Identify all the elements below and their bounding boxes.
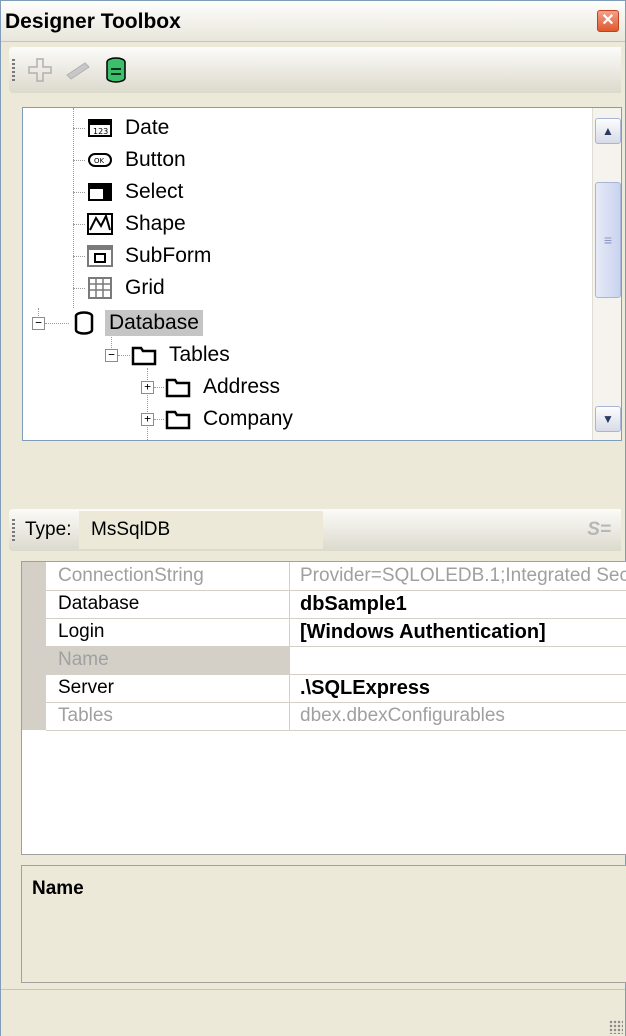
- tree-item-label: Date: [125, 116, 170, 139]
- toolbox-tree[interactable]: 123 Date OK Button Select Shape SubForm …: [22, 107, 622, 441]
- sort-icon[interactable]: S=: [587, 519, 611, 541]
- typebar-grip[interactable]: [12, 519, 15, 541]
- property-name: Login: [46, 618, 290, 646]
- property-row-name[interactable]: Name: [46, 646, 626, 675]
- tree-guide: [73, 160, 85, 161]
- tree-guide: [45, 323, 69, 324]
- property-name: ConnectionString: [46, 562, 290, 590]
- property-value[interactable]: dbSample1: [290, 590, 626, 618]
- tree-item-label: SubForm: [125, 244, 212, 267]
- tree-item-date[interactable]: 123 Date: [85, 113, 173, 143]
- folder-icon: [165, 378, 191, 398]
- property-value[interactable]: [290, 646, 626, 674]
- tree-guide: [73, 192, 85, 193]
- tree-item-label: Select: [125, 180, 184, 203]
- toolbar-grip[interactable]: [12, 59, 15, 81]
- close-button[interactable]: ✕: [597, 10, 619, 32]
- scroll-up-button[interactable]: ▲: [595, 118, 621, 144]
- property-value[interactable]: Provider=SQLOLEDB.1;Integrated Security=…: [290, 562, 626, 590]
- property-gutter: [22, 562, 46, 730]
- expand-company-toggle[interactable]: +: [141, 413, 154, 426]
- property-row-connectionstring[interactable]: ConnectionString Provider=SQLOLEDB.1;Int…: [46, 562, 626, 591]
- collapse-tables-toggle[interactable]: −: [105, 349, 118, 362]
- tree-item-label: Grid: [125, 276, 165, 299]
- tree-item-shape[interactable]: Shape: [85, 209, 190, 239]
- folder-icon: [165, 410, 191, 430]
- window-title: Designer Toolbox: [5, 10, 181, 33]
- collapse-database-toggle[interactable]: −: [32, 317, 45, 330]
- property-name: Name: [46, 646, 290, 674]
- svg-text:123: 123: [93, 127, 108, 136]
- tree-item-label: Shape: [125, 212, 186, 235]
- resize-grip[interactable]: [609, 1020, 623, 1034]
- property-value[interactable]: dbex.dbexConfigurables: [290, 702, 626, 730]
- tree-item-label: Company: [203, 407, 293, 430]
- svg-text:OK: OK: [94, 157, 105, 165]
- property-name: Database: [46, 590, 290, 618]
- tree-item-label: Address: [203, 375, 281, 398]
- grid-icon: [88, 277, 112, 299]
- subform-icon: [87, 245, 113, 267]
- property-name: Tables: [46, 702, 290, 730]
- description-title: Name: [32, 878, 84, 899]
- select-icon: [88, 183, 112, 201]
- tree-guide: [147, 368, 148, 440]
- tree-item-select[interactable]: Select: [85, 177, 187, 207]
- toolbar: [9, 47, 621, 93]
- tree-item-address[interactable]: Address: [163, 372, 284, 402]
- folder-icon: [131, 346, 157, 366]
- tree-item-company[interactable]: Company: [163, 404, 297, 434]
- property-grid: ConnectionString Provider=SQLOLEDB.1;Int…: [21, 561, 626, 855]
- tree-item-subform[interactable]: SubForm: [85, 241, 215, 271]
- add-icon[interactable]: [25, 55, 55, 85]
- scroll-down-button[interactable]: ▼: [595, 406, 621, 432]
- tree-scrollbar[interactable]: ▲ ≡ ▼: [592, 108, 621, 440]
- tree-item-label: Database: [105, 310, 203, 336]
- tree-item-grid[interactable]: Grid: [85, 273, 169, 303]
- tree-item-tables[interactable]: Tables: [129, 340, 234, 370]
- shape-icon: [87, 213, 113, 235]
- tree-guide: [73, 108, 74, 308]
- designer-toolbox-window: Designer Toolbox ✕ 123 Date OK Button Se…: [0, 0, 626, 1036]
- button-icon: OK: [88, 153, 112, 167]
- date-icon: 123: [88, 119, 112, 137]
- tree-guide: [73, 128, 85, 129]
- tree-item-database[interactable]: Database: [69, 308, 203, 338]
- type-bar: Type: MsSqlDB S=: [9, 509, 621, 551]
- type-label: Type:: [25, 519, 72, 540]
- property-row-tables[interactable]: Tables dbex.dbexConfigurables: [46, 702, 626, 731]
- property-name: Server: [46, 674, 290, 702]
- property-description: Name: [21, 865, 626, 983]
- tree-item-button[interactable]: OK Button: [85, 145, 190, 175]
- property-row-server[interactable]: Server .\SQLExpress: [46, 674, 626, 703]
- type-value: MsSqlDB: [79, 511, 323, 549]
- expand-address-toggle[interactable]: +: [141, 381, 154, 394]
- tree-item-label: Tables: [169, 343, 230, 366]
- tree-guide: [73, 224, 85, 225]
- database-icon: [74, 311, 94, 335]
- tree-guide: [73, 256, 85, 257]
- property-row-database[interactable]: Database dbSample1: [46, 590, 626, 619]
- property-value[interactable]: .\SQLExpress: [290, 674, 626, 702]
- remove-icon[interactable]: [63, 55, 93, 85]
- title-bar: Designer Toolbox ✕: [1, 1, 625, 42]
- status-bar: [1, 989, 625, 1036]
- property-row-login[interactable]: Login [Windows Authentication]: [46, 618, 626, 647]
- tree-item-label: Button: [125, 148, 186, 171]
- tree-guide: [73, 288, 85, 289]
- property-value[interactable]: [Windows Authentication]: [290, 618, 626, 646]
- scroll-thumb[interactable]: ≡: [595, 182, 621, 298]
- database-icon[interactable]: [101, 55, 131, 85]
